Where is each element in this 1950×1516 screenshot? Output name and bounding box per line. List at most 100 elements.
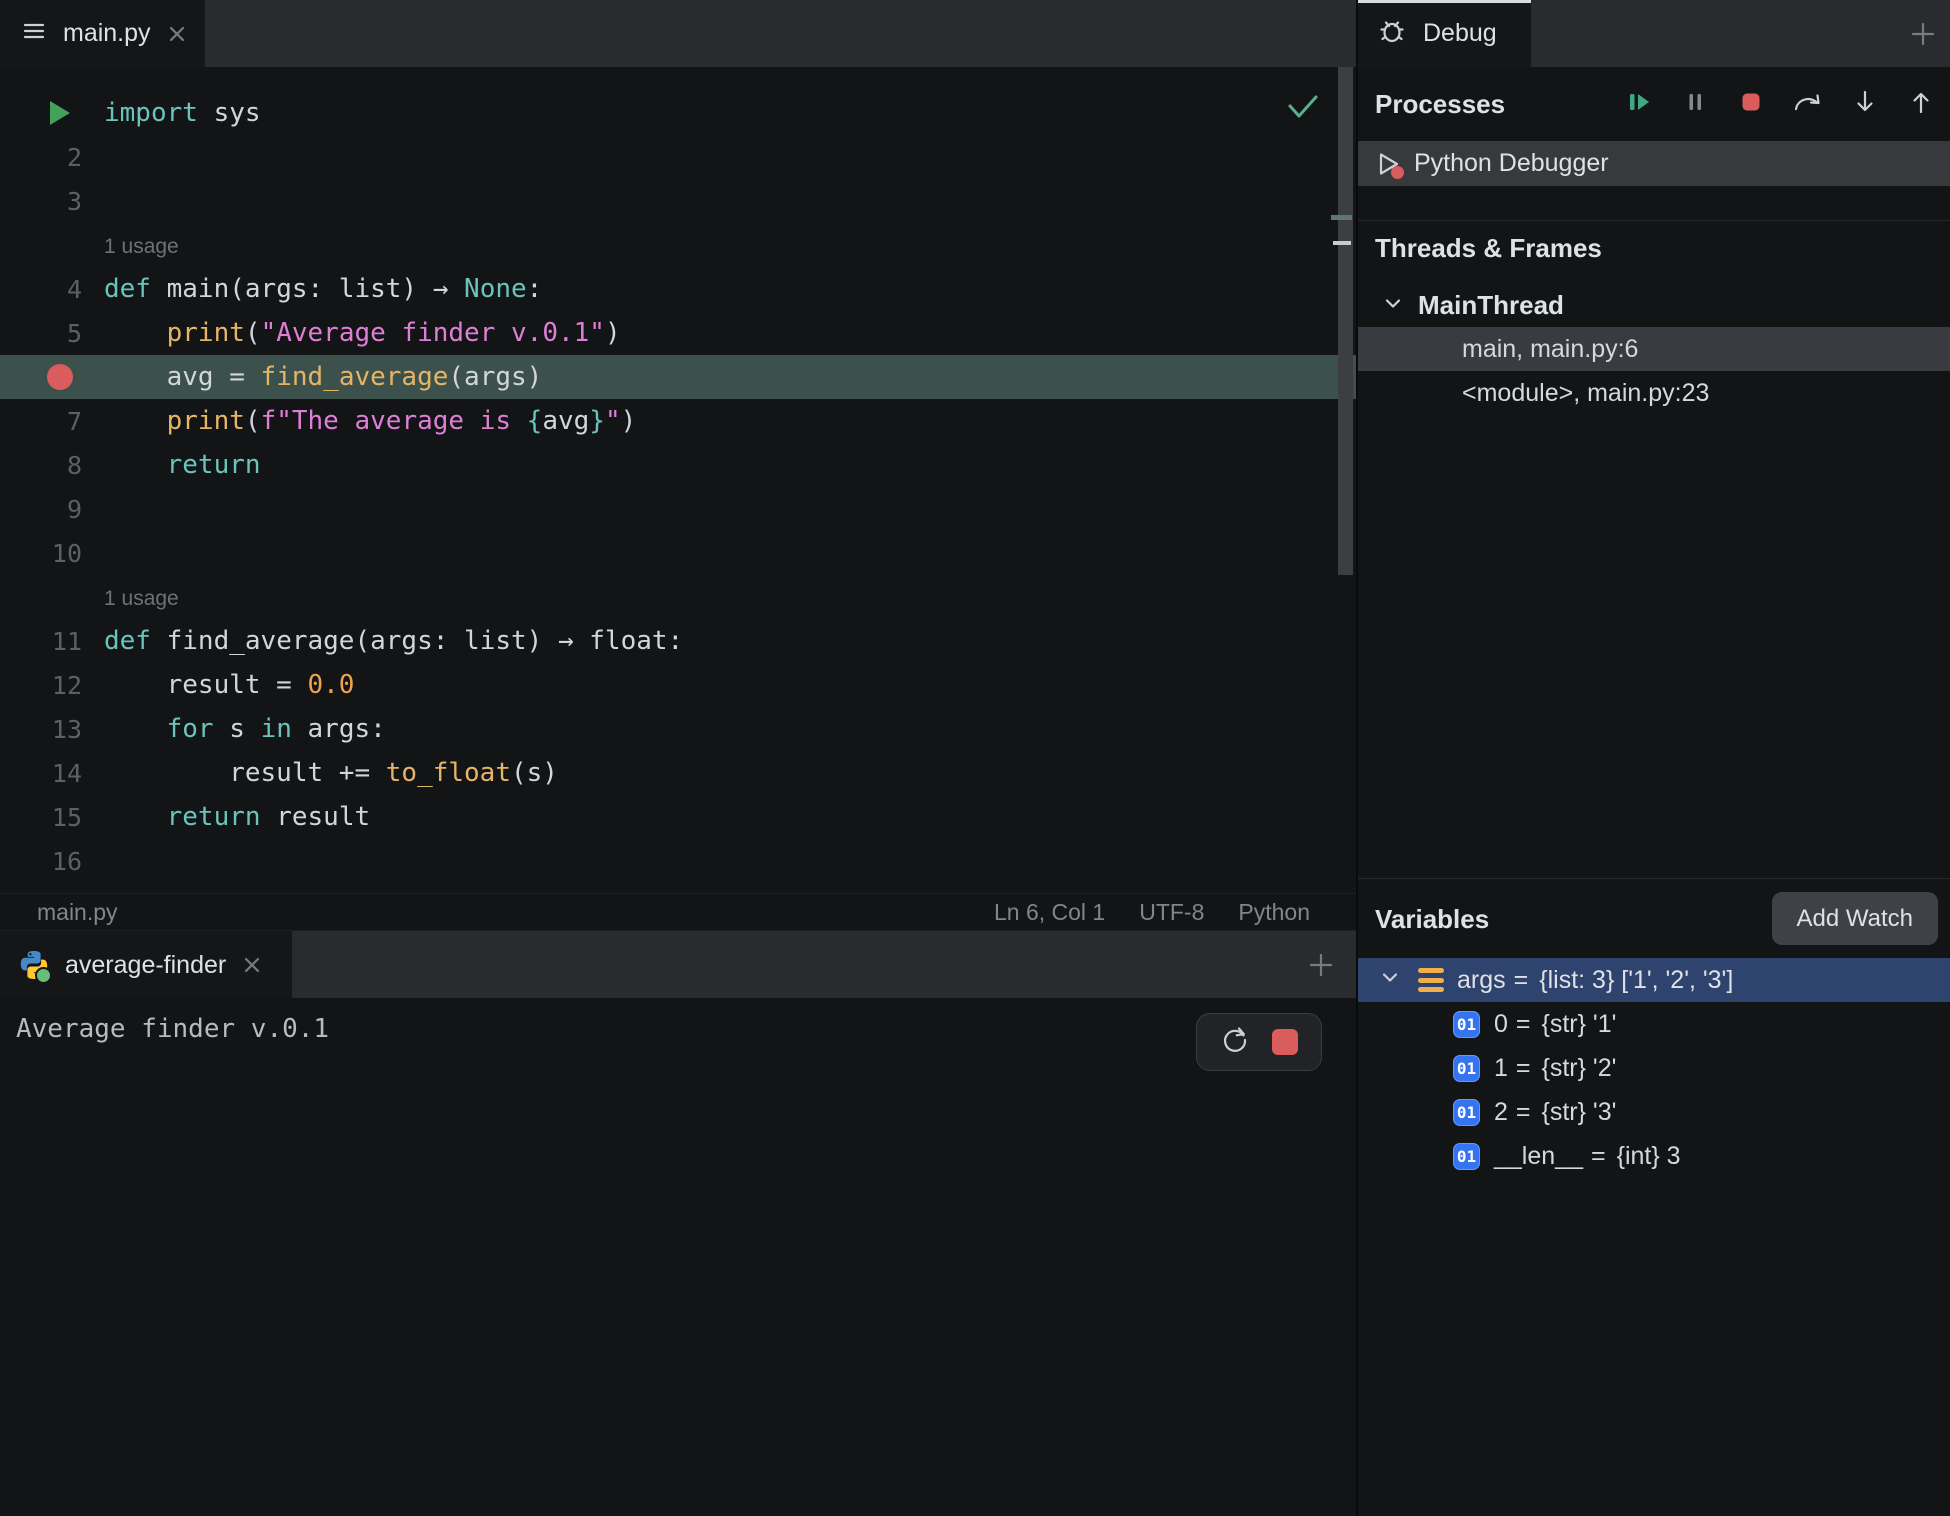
variable-value: {str} '1': [1541, 1009, 1617, 1038]
line-number: 13: [51, 714, 82, 744]
code-row: 3: [0, 179, 1356, 223]
editor-gutter[interactable]: 14: [0, 759, 92, 788]
step-over-icon[interactable]: [1792, 87, 1824, 122]
code-text: for s in args:: [166, 714, 386, 744]
process-python-debugger[interactable]: Python Debugger: [1358, 141, 1950, 186]
code-lines: import sys 2 3 1 usage 4 def main(args: list)…: [0, 91, 1356, 883]
tab-debug[interactable]: Debug: [1358, 0, 1531, 67]
run-console[interactable]: Average finder v.0.1: [0, 998, 1356, 1516]
stop-icon[interactable]: [1272, 1029, 1298, 1055]
console-output: Average finder v.0.1: [16, 1014, 330, 1044]
editor-gutter[interactable]: 12: [0, 671, 92, 700]
code-row: avg = find_average(args): [0, 355, 1356, 399]
variable-eq: =: [1515, 1097, 1531, 1126]
status-item[interactable]: Ln 6, Col 1: [994, 899, 1105, 926]
editor-gutter[interactable]: [0, 101, 92, 125]
editor-gutter[interactable]: 2: [0, 143, 92, 172]
python-logo-icon: [18, 949, 52, 984]
code-text: def main(args: list) → None:: [104, 274, 543, 304]
editor-gutter[interactable]: 11: [0, 627, 92, 656]
rerun-icon[interactable]: [1220, 1025, 1250, 1060]
variable-row[interactable]: 01 1 = {str} '2': [1358, 1046, 1950, 1090]
status-file-name[interactable]: main.py: [37, 899, 118, 926]
active-tab-indicator: [1358, 0, 1531, 3]
debug-run-icon: [1373, 149, 1404, 179]
pause-icon[interactable]: [1680, 87, 1710, 122]
variable-name: 2: [1494, 1097, 1508, 1126]
usage-hint-label[interactable]: 1 usage: [104, 235, 179, 258]
status-item[interactable]: UTF-8: [1139, 899, 1204, 926]
debug-tool-window: Debug Processes Python Debugger Threads …: [1358, 0, 1950, 1516]
editor-gutter[interactable]: 7: [0, 407, 92, 436]
frame-row[interactable]: <module>, main.py:23: [1358, 371, 1950, 415]
code-row: 10: [0, 531, 1356, 575]
variable-row[interactable]: 01 0 = {str} '1': [1358, 1002, 1950, 1046]
primitive-type-icon: 01: [1453, 1010, 1480, 1038]
close-icon[interactable]: [167, 24, 187, 44]
variable-row[interactable]: 01 2 = {str} '3': [1358, 1090, 1950, 1134]
tab-average-finder[interactable]: average-finder: [0, 931, 292, 999]
variables-header: Variables: [1375, 903, 1490, 934]
frame-row[interactable]: main, main.py:6: [1358, 327, 1950, 371]
line-number: 16: [51, 846, 82, 876]
editor-scrollbar[interactable]: [1338, 67, 1353, 575]
usage-hint: 1 usage: [92, 582, 179, 612]
step-out-icon[interactable]: [1906, 87, 1936, 122]
variable-row-args[interactable]: args = {list: 3} ['1', '2', '3']: [1358, 958, 1950, 1002]
editor-pane: main.py import sys 2 3 1 usage 4 def main(arg…: [0, 0, 1356, 1516]
close-icon[interactable]: [242, 955, 262, 975]
code-text: print(f"The average is {avg}"): [166, 406, 637, 436]
variable-eq: =: [1513, 965, 1529, 994]
code-text: return: [166, 450, 261, 480]
variable-eq: =: [1515, 1009, 1531, 1038]
code-editor[interactable]: import sys 2 3 1 usage 4 def main(args: list)…: [0, 67, 1356, 893]
threads-frames-header: Threads & Frames: [1375, 233, 1602, 263]
variable-eq: =: [1515, 1053, 1531, 1082]
inspections-ok-check-icon[interactable]: [1286, 92, 1320, 127]
editor-gutter[interactable]: [0, 364, 92, 390]
editor-gutter[interactable]: 16: [0, 847, 92, 876]
code-row: 15 return result: [0, 795, 1356, 839]
list-type-icon: [1418, 968, 1444, 992]
code-row: 12 result = 0.0: [0, 663, 1356, 707]
tab-main-py[interactable]: main.py: [0, 0, 205, 67]
add-tab-icon[interactable]: [1908, 19, 1938, 54]
add-tab-icon[interactable]: [1306, 950, 1336, 985]
run-line-icon[interactable]: [50, 101, 70, 125]
stop-icon[interactable]: [1736, 87, 1766, 122]
editor-gutter[interactable]: 3: [0, 187, 92, 216]
chevron-down-icon[interactable]: [1380, 290, 1406, 321]
variable-name: args: [1457, 965, 1506, 994]
code-row: 14 result += to_float(s): [0, 751, 1356, 795]
code-row: import sys: [0, 91, 1356, 135]
editor-gutter[interactable]: 5: [0, 319, 92, 348]
thread-mainthread[interactable]: MainThread: [1358, 283, 1950, 327]
usage-hint-label[interactable]: 1 usage: [104, 587, 179, 610]
variable-value: {int} 3: [1616, 1141, 1681, 1170]
primitive-type-icon: 01: [1453, 1054, 1480, 1082]
add-watch-button[interactable]: Add Watch: [1771, 892, 1938, 945]
scrollbar-execution-mark: [1331, 215, 1352, 220]
editor-gutter[interactable]: 15: [0, 803, 92, 832]
console-tabbar: average-finder: [0, 930, 1356, 999]
variable-row[interactable]: 01 __len__ = {int} 3: [1358, 1134, 1950, 1178]
step-into-icon[interactable]: [1850, 87, 1880, 122]
code-row: 2: [0, 135, 1356, 179]
resume-icon[interactable]: [1624, 87, 1654, 122]
code-text: import sys: [104, 98, 261, 128]
editor-gutter[interactable]: 9: [0, 495, 92, 524]
hamburger-menu-icon[interactable]: [20, 17, 48, 50]
editor-gutter[interactable]: 8: [0, 451, 92, 480]
chevron-down-icon[interactable]: [1377, 964, 1403, 997]
code-text: result += to_float(s): [104, 758, 558, 788]
section-separator: [1358, 878, 1950, 879]
breakpoint-dot[interactable]: [47, 364, 73, 390]
editor-gutter[interactable]: 13: [0, 715, 92, 744]
status-item[interactable]: Python: [1238, 899, 1310, 926]
editor-gutter[interactable]: 10: [0, 539, 92, 568]
editor-gutter[interactable]: 4: [0, 275, 92, 304]
code-text: print("Average finder v.0.1"): [166, 318, 621, 348]
code-text: result = 0.0: [104, 670, 355, 700]
line-number: 2: [66, 142, 82, 172]
debug-tabbar: Debug: [1358, 0, 1950, 67]
